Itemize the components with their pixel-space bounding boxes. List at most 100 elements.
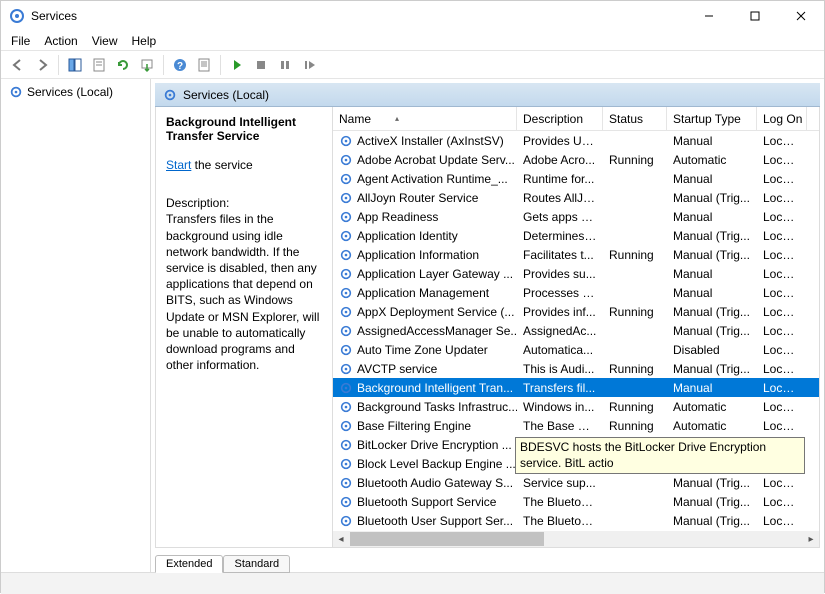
forward-button[interactable] [31,54,53,76]
description-text: Transfers files in the background using … [166,211,322,373]
cell-logon: Local Se [757,227,807,245]
cell-logon: Local Sy [757,208,807,226]
start-link[interactable]: Start [166,158,191,172]
cell-name: Auto Time Zone Updater [333,341,517,359]
cell-desc: Adobe Acro... [517,151,603,169]
cell-name: ActiveX Installer (AxInstSV) [333,132,517,150]
cell-startup: Manual (Trig... [667,227,757,245]
cell-logon: Local Se [757,417,807,435]
table-row[interactable]: Background Intelligent Tran...Transfers … [333,378,819,397]
cell-desc: Service sup... [517,474,603,492]
main-area: Services (Local) Services (Local) Backgr… [1,79,824,548]
table-row[interactable]: Adobe Acrobat Update Serv...Adobe Acro..… [333,150,819,169]
table-row[interactable]: Application IdentityDetermines ...Manual… [333,226,819,245]
cell-name: App Readiness [333,208,517,226]
table-row[interactable]: Agent Activation Runtime_...Runtime for.… [333,169,819,188]
menu-help[interactable]: Help [132,34,157,48]
cell-desc: The Base Fil... [517,417,603,435]
table-row[interactable]: Application Layer Gateway ...Provides su… [333,264,819,283]
horizontal-scrollbar[interactable]: ◂ ▸ [333,531,819,547]
tab-standard[interactable]: Standard [223,555,290,573]
col-startup[interactable]: Startup Type [667,107,757,130]
cell-desc: Determines ... [517,227,603,245]
properties-button[interactable] [193,54,215,76]
cell-startup: Manual [667,132,757,150]
cell-logon: Local Se [757,493,807,511]
table-row[interactable]: AllJoyn Router ServiceRoutes AllJo...Man… [333,188,819,207]
cell-startup: Automatic [667,398,757,416]
sort-icon: ▴ [395,114,399,123]
cell-desc: AssignedAc... [517,322,603,340]
menu-view[interactable]: View [92,34,118,48]
selected-service-name: Background Intelligent Transfer Service [166,115,322,143]
table-row[interactable]: Application ManagementProcesses in...Man… [333,283,819,302]
back-button[interactable] [7,54,29,76]
table-row[interactable]: AssignedAccessManager Se...AssignedAc...… [333,321,819,340]
tab-extended[interactable]: Extended [155,555,223,573]
cell-status [603,291,667,295]
gear-icon [163,88,177,102]
cell-name: Bluetooth User Support Ser... [333,512,517,530]
cell-desc: Automatica... [517,341,603,359]
table-row[interactable]: Base Filtering EngineThe Base Fil...Runn… [333,416,819,435]
content-header-label: Services (Local) [183,88,269,102]
table-row[interactable]: Background Tasks Infrastruc...Windows in… [333,397,819,416]
cell-name: Application Layer Gateway ... [333,265,517,283]
cell-startup: Manual (Trig... [667,360,757,378]
col-status[interactable]: Status [603,107,667,130]
table-row[interactable]: Bluetooth Support ServiceThe Bluetoo...M… [333,492,819,511]
export-button[interactable] [136,54,158,76]
table-row[interactable]: AppX Deployment Service (...Provides inf… [333,302,819,321]
cell-logon: Local Sy [757,170,807,188]
cell-desc: Windows in... [517,398,603,416]
nav-label: Services (Local) [27,85,113,99]
cell-logon: Local Sy [757,379,807,397]
close-button[interactable] [778,1,824,31]
table-row[interactable]: Application InformationFacilitates t...R… [333,245,819,264]
scroll-thumb[interactable] [350,532,544,546]
maximize-button[interactable] [732,1,778,31]
cell-logon: Local Sy [757,246,807,264]
menu-file[interactable]: File [11,34,30,48]
svg-text:?: ? [177,61,183,72]
cell-desc: Facilitates t... [517,246,603,264]
cell-logon: Local Sy [757,151,807,169]
col-name[interactable]: Name▴ [333,107,517,130]
help-button[interactable]: ? [169,54,191,76]
refresh-button[interactable] [112,54,134,76]
restart-service-button[interactable] [298,54,320,76]
start-service-button[interactable] [226,54,248,76]
cell-logon: Local Se [757,189,807,207]
cell-startup: Manual [667,379,757,397]
menu-bar: File Action View Help [1,31,824,51]
menu-action[interactable]: Action [44,34,77,48]
table-row[interactable]: Bluetooth Audio Gateway S...Service sup.… [333,473,819,492]
cell-status: Running [603,151,667,169]
cell-startup: Manual (Trig... [667,322,757,340]
minimize-button[interactable] [686,1,732,31]
cell-desc: Gets apps re... [517,208,603,226]
titlebar: Services [1,1,824,31]
cell-status [603,234,667,238]
scroll-right-icon[interactable]: ▸ [803,534,819,545]
col-description[interactable]: Description [517,107,603,130]
col-logon[interactable]: Log On [757,107,807,130]
cell-status [603,139,667,143]
cell-status: Running [603,398,667,416]
cell-desc: The Bluetoo... [517,512,603,530]
scroll-left-icon[interactable]: ◂ [333,534,349,545]
stop-service-button[interactable] [250,54,272,76]
table-row[interactable]: App ReadinessGets apps re...ManualLocal … [333,207,819,226]
cell-startup: Disabled [667,341,757,359]
nav-services-local[interactable]: Services (Local) [5,83,146,101]
table-row[interactable]: Auto Time Zone UpdaterAutomatica... Disab… [333,340,819,359]
export-list-button[interactable] [88,54,110,76]
table-row[interactable]: ActiveX Installer (AxInstSV)Provides Us.… [333,131,819,150]
cell-name: Bluetooth Support Service [333,493,517,511]
pause-service-button[interactable] [274,54,296,76]
show-hide-tree-button[interactable] [64,54,86,76]
cell-startup: Automatic [667,151,757,169]
table-row[interactable]: AVCTP serviceThis is Audi...RunningManua… [333,359,819,378]
table-row[interactable]: Bluetooth User Support Ser...The Bluetoo… [333,511,819,530]
cell-logon: Local Sy [757,303,807,321]
